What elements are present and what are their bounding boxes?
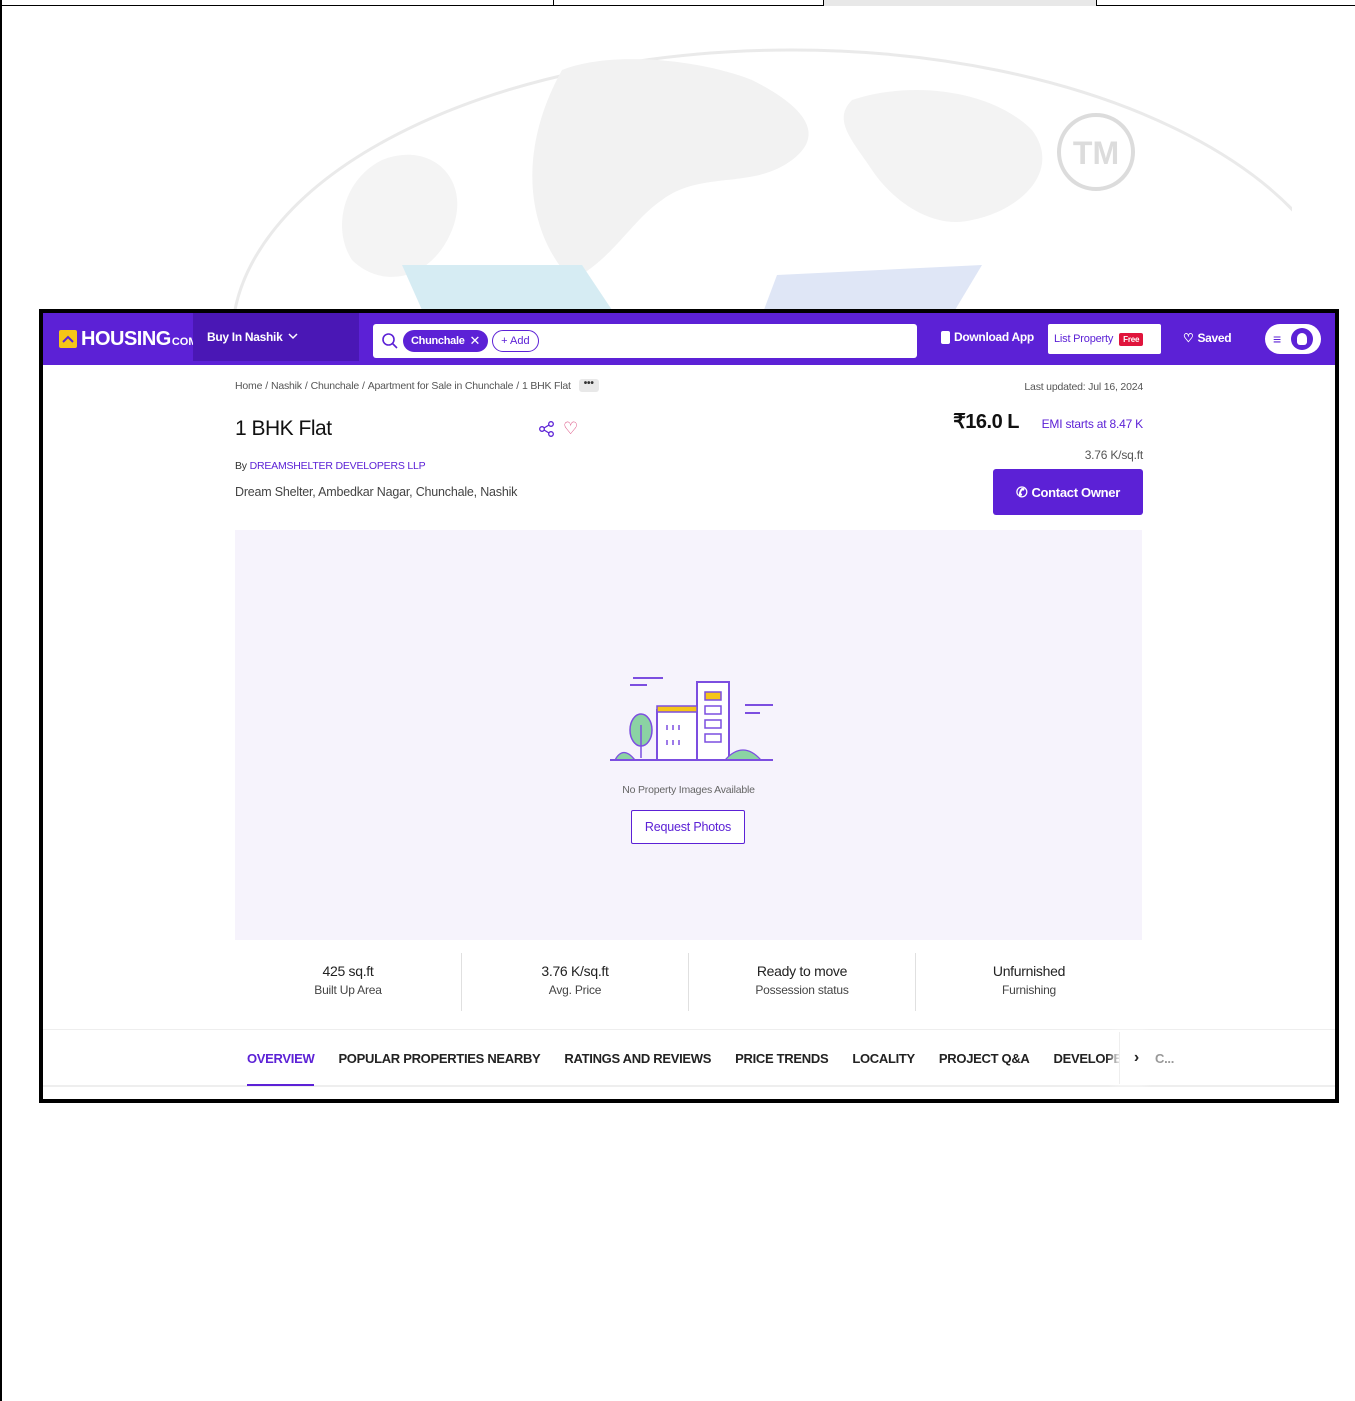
chevron-down-icon xyxy=(288,332,298,343)
tab-ratings-reviews[interactable]: RATINGS AND REVIEWS xyxy=(564,1030,711,1086)
key-stats: 425 sq.ft Built Up Area 3.76 K/sq.ft Avg… xyxy=(235,953,1142,1011)
locality-chip[interactable]: Chunchale ✕ xyxy=(403,330,489,352)
list-property-label: List Property xyxy=(1054,333,1114,345)
locality-chip-label: Chunchale xyxy=(411,335,465,347)
chevron-right-icon[interactable]: › xyxy=(1119,1032,1153,1084)
buy-in-label: Buy In Nashik xyxy=(207,330,283,344)
tab-price-trends[interactable]: PRICE TRENDS xyxy=(735,1030,829,1086)
tab-overview[interactable]: OVERVIEW xyxy=(247,1030,315,1086)
top-table-strip xyxy=(2,0,1355,6)
request-photos-button[interactable]: Request Photos xyxy=(631,810,745,844)
screenshot-frame: HOUSING COM Buy In Nashik Chunchale ✕ + … xyxy=(39,309,1339,1103)
add-locality-label: + Add xyxy=(501,335,530,347)
no-images-text: No Property Images Available xyxy=(622,784,755,796)
tab-locality[interactable]: LOCALITY xyxy=(852,1030,915,1086)
close-icon[interactable]: ✕ xyxy=(470,333,481,349)
phone-call-icon: ✆ xyxy=(1016,483,1028,500)
share-icon[interactable] xyxy=(538,420,556,438)
tab-truncated[interactable]: C... xyxy=(1155,1030,1174,1086)
download-app-label: Download App xyxy=(954,330,1034,344)
last-updated: Last updated: Jul 16, 2024 xyxy=(1024,381,1143,393)
stat-possession-status: Ready to move Possession status xyxy=(689,953,916,1011)
stat-label: Possession status xyxy=(755,983,849,997)
breadcrumb-item-locality[interactable]: Chunchale xyxy=(311,380,360,392)
list-property-button[interactable]: List Property Free xyxy=(1048,324,1161,354)
request-photos-label: Request Photos xyxy=(644,820,732,834)
heart-outline-icon: ♡ xyxy=(1183,331,1194,345)
building-illustration-icon xyxy=(610,677,773,761)
profile-menu-button[interactable]: ≡ xyxy=(1265,324,1321,354)
price-per-sqft: 3.76 K/sq.ft xyxy=(1084,448,1144,462)
property-title: 1 BHK Flat xyxy=(235,417,332,440)
tab-project-qa[interactable]: PROJECT Q&A xyxy=(939,1030,1030,1086)
stat-label: Avg. Price xyxy=(548,983,602,997)
section-tabs: OVERVIEW POPULAR PROPERTIES NEARBY RATIN… xyxy=(247,1030,1174,1086)
stat-avg-price: 3.76 K/sq.ft Avg. Price xyxy=(462,953,689,1011)
developer-link[interactable]: DREAMSHELTER DEVELOPERS LLP xyxy=(250,460,426,472)
stat-value: 425 sq.ft xyxy=(322,963,374,979)
stat-label: Built Up Area xyxy=(314,983,382,997)
by-prefix: By xyxy=(235,460,247,472)
download-app-link[interactable]: Download App xyxy=(941,330,1034,344)
image-gallery-placeholder: No Property Images Available Request Pho… xyxy=(235,530,1142,940)
hamburger-icon: ≡ xyxy=(1273,331,1282,347)
free-badge: Free xyxy=(1119,332,1144,346)
logo-house-icon xyxy=(59,330,77,348)
breadcrumb-item-city[interactable]: Nashik xyxy=(271,380,302,392)
tab-popular-properties[interactable]: POPULAR PROPERTIES NEARBY xyxy=(338,1030,540,1086)
phone-icon xyxy=(941,330,950,344)
breadcrumb-more-button[interactable]: ••• xyxy=(578,379,599,392)
stat-furnishing: Unfurnished Furnishing xyxy=(916,953,1142,1011)
contact-owner-label: Contact Owner xyxy=(1031,484,1120,500)
buy-in-city-dropdown[interactable]: Buy In Nashik xyxy=(193,313,359,361)
page: TM HOUSING COM Buy In Nashik Chunchale ✕… xyxy=(0,0,1355,1401)
trademark-text: TM xyxy=(1073,135,1119,171)
stat-label: Furnishing xyxy=(1001,983,1057,997)
saved-label: Saved xyxy=(1197,331,1232,345)
logo-text: HOUSING xyxy=(81,327,171,350)
top-navbar: HOUSING COM Buy In Nashik Chunchale ✕ + … xyxy=(43,313,1335,365)
globe-watermark: TM xyxy=(232,40,1292,320)
breadcrumb-item-home[interactable]: Home xyxy=(235,380,262,392)
breadcrumb-item-category[interactable]: Apartment for Sale in Chunchale xyxy=(368,380,514,392)
avatar xyxy=(1291,328,1314,350)
section-tabs-bar: OVERVIEW POPULAR PROPERTIES NEARBY RATIN… xyxy=(43,1029,1335,1087)
emi-link[interactable]: EMI starts at 8.47 K xyxy=(1042,417,1144,431)
stat-value: Unfurnished xyxy=(992,963,1066,979)
user-icon xyxy=(1297,333,1308,345)
property-price: ₹16.0 L xyxy=(953,411,1019,433)
property-content: Home / Nashik / Chunchale / Apartment fo… xyxy=(43,365,1335,1099)
search-bar[interactable]: Chunchale ✕ + Add xyxy=(373,324,917,358)
housing-logo[interactable]: HOUSING COM xyxy=(59,327,198,351)
stat-built-up-area: 425 sq.ft Built Up Area xyxy=(235,953,462,1011)
breadcrumb-item-current: 1 BHK Flat xyxy=(521,379,571,392)
breadcrumb: Home / Nashik / Chunchale / Apartment fo… xyxy=(235,379,599,392)
saved-link[interactable]: ♡ Saved xyxy=(1183,331,1232,345)
stat-value: 3.76 K/sq.ft xyxy=(541,963,609,979)
search-icon xyxy=(382,333,398,349)
add-locality-button[interactable]: + Add xyxy=(492,330,539,352)
stat-value: Ready to move xyxy=(756,963,848,979)
property-address: Dream Shelter, Ambedkar Nagar, Chunchale… xyxy=(235,485,518,499)
favorite-heart-icon[interactable]: ♡ xyxy=(563,419,578,439)
developer-line: By DREAMSHELTER DEVELOPERS LLP xyxy=(235,460,426,472)
contact-owner-button[interactable]: ✆ Contact Owner xyxy=(993,469,1143,515)
